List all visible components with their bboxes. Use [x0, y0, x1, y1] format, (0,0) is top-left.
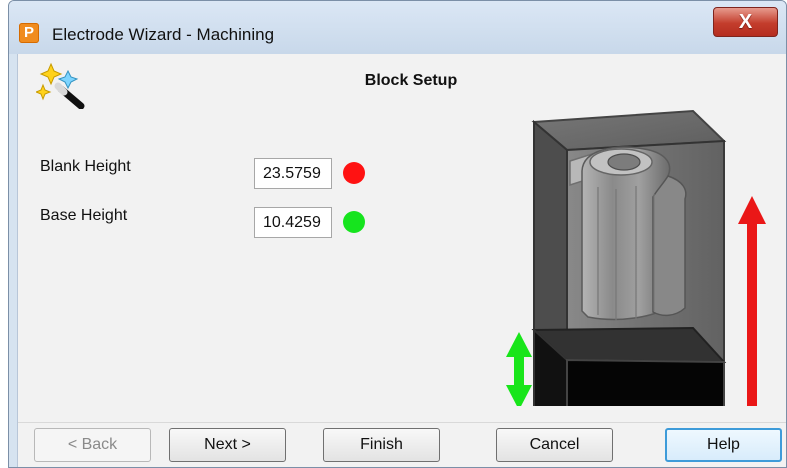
- blank-height-input[interactable]: [254, 158, 332, 189]
- green-circle-icon: [343, 211, 365, 233]
- blank-height-arrow: [738, 196, 766, 406]
- window-title: Electrode Wizard - Machining: [52, 25, 275, 44]
- red-circle-icon: [343, 162, 365, 184]
- cancel-button[interactable]: Cancel: [496, 428, 613, 462]
- blank-height-label: Blank Height: [40, 158, 131, 175]
- wizard-wand-icon: [36, 62, 85, 109]
- wizard-content: Block Setup Blank Height Base Height: [17, 54, 786, 467]
- back-button[interactable]: < Back: [34, 428, 151, 462]
- electrode-wizard-window: P Electrode Wizard - Machining X Block S…: [8, 0, 787, 468]
- step-title: Block Setup: [364, 72, 458, 89]
- base-height-arrow: [506, 332, 532, 406]
- close-window-button[interactable]: X: [713, 7, 778, 37]
- button-separator: [18, 422, 786, 423]
- next-button[interactable]: Next >: [169, 428, 286, 462]
- title-bar: P Electrode Wizard - Machining X: [9, 1, 786, 54]
- base-height-input[interactable]: [254, 207, 332, 238]
- application-icon: P: [19, 23, 39, 43]
- electrode-block-preview: [506, 109, 766, 406]
- help-button[interactable]: Help: [665, 428, 782, 462]
- base-height-label: Base Height: [40, 207, 128, 224]
- finish-button[interactable]: Finish: [323, 428, 440, 462]
